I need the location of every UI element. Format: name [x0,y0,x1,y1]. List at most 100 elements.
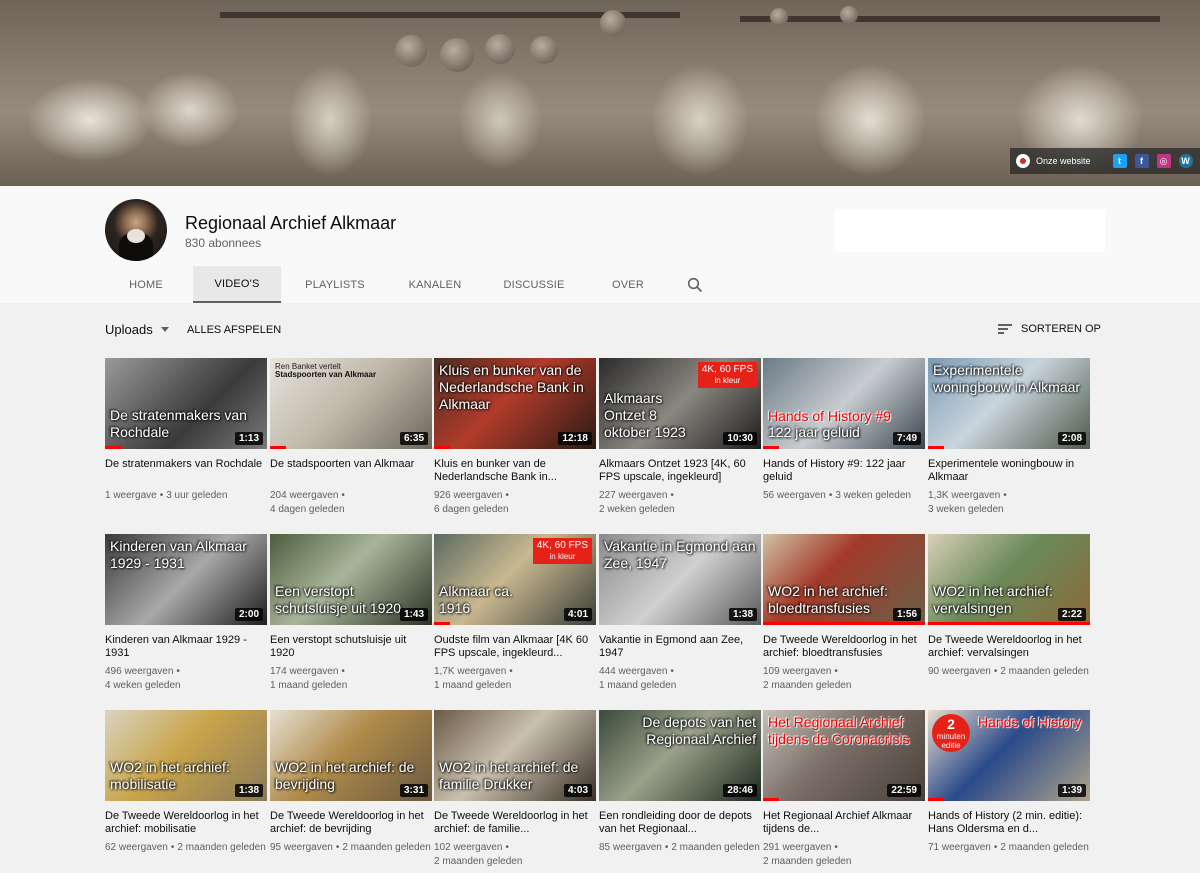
video-meta: 62 weergaven • 2 maanden geleden [105,841,267,855]
sort-button[interactable]: SORTEREN OP [998,322,1101,336]
banner-shelf [740,16,1160,22]
meta-separator: • [170,842,175,853]
video-title[interactable]: Een verstopt schutsluisje uit 1920 [270,634,432,660]
video-thumbnail[interactable]: Kluis en bunker van de Nederlandsche Ban… [434,358,596,449]
video-duration: 1:39 [1057,784,1086,797]
video-title[interactable]: Het Regionaal Archief Alkmaar tijdens de… [763,810,925,836]
video-thumbnail[interactable]: Ren Banket vertelt Stadspoorten van Alkma… [270,358,432,449]
channel-banner: Onze website t f ◎ W [0,0,1200,186]
video-thumbnail[interactable]: WO2 in het archief: de bevrijding 3:31 [270,710,432,801]
tab-home[interactable]: HOME [105,266,187,303]
video-thumbnail[interactable]: WO2 in het archief: mobilisatie 1:38 [105,710,267,801]
tab-discussie[interactable]: DISCUSSIE [487,266,581,303]
video-title[interactable]: De Tweede Wereldoorlog in het archief: d… [434,810,596,836]
video-title[interactable]: De Tweede Wereldoorlog in het archief: d… [270,810,432,836]
video-duration: 3:31 [399,784,428,797]
video-thumbnail[interactable]: Experimentele woningbouw in Alkmaar 2:08 [928,358,1090,449]
thumbnail-text: Alkmaar ca. 1916 [439,583,513,616]
upload-age: 2 maanden geleden [1000,842,1089,853]
video-card[interactable]: De depots van het Regionaal Archief 28:46… [599,710,761,855]
thumbnail-text: Het Regionaal Archief tijdens de Coronac… [768,714,910,747]
video-card[interactable]: WO2 in het archief: bloedtransfusies 1:56… [763,534,925,693]
video-title[interactable]: Kinderen van Alkmaar 1929 - 1931 [105,634,267,660]
video-card[interactable]: Alkmaars Ontzet 8 oktober 1923 4K, 60 FPS… [599,358,761,517]
video-card[interactable]: Kinderen van Alkmaar 1929 - 1931 2:00 Kind… [105,534,267,693]
video-duration: 1:43 [399,608,428,621]
video-card[interactable]: Vakantie in Egmond aan Zee, 1947 1:38 Vaka… [599,534,761,693]
instagram-icon[interactable]: ◎ [1156,154,1171,168]
wordpress-icon[interactable]: W [1178,154,1193,168]
video-card[interactable]: Een verstopt schutsluisje uit 1920 1:43 Ee… [270,534,432,693]
watch-progress-bar [928,446,945,449]
video-meta: 102 weergaven • 2 maanden geleden [434,841,596,869]
watch-progress-bar [763,446,780,449]
video-card[interactable]: WO2 in het archief: de familie Drukker 4:… [434,710,596,869]
video-title[interactable]: Hands of History (2 min. editie): Hans O… [928,810,1090,836]
video-card[interactable]: Het Regionaal Archief tijdens de Coronac… [763,710,925,869]
tab-kanalen[interactable]: KANALEN [389,266,481,303]
video-title[interactable]: Vakantie in Egmond aan Zee, 1947 [599,634,761,660]
video-thumbnail[interactable]: WO2 in het archief: vervalsingen 2:22 [928,534,1090,625]
edition-label: minuten editie [936,732,966,750]
website-link[interactable]: Onze website [1036,156,1091,166]
meta-separator: • [159,490,164,501]
video-card[interactable]: Kluis en bunker van de Nederlandsche Ban… [434,358,596,517]
avatar[interactable] [105,199,167,261]
video-title[interactable]: De stratenmakers van Rochdale [105,458,267,484]
video-thumbnail[interactable]: WO2 in het archief: bloedtransfusies 1:56 [763,534,925,625]
video-thumbnail[interactable]: Een verstopt schutsluisje uit 1920 1:43 [270,534,432,625]
video-duration: 12:18 [558,432,592,445]
tab-over[interactable]: OVER [587,266,669,303]
tab-playlists[interactable]: PLAYLISTS [287,266,383,303]
video-meta: 1,3K weergaven • 3 weken geleden [928,489,1090,517]
view-count: 95 weergaven [270,842,333,853]
video-thumbnail[interactable]: Hands of History 2 minuten editie 1:39 [928,710,1090,801]
video-title[interactable]: De Tweede Wereldoorlog in het archief: m… [105,810,267,836]
facebook-icon[interactable]: f [1134,154,1149,168]
video-card[interactable]: WO2 in het archief: de bevrijding 3:31 De … [270,710,432,855]
video-title[interactable]: Kluis en bunker van de Nederlandsche Ban… [434,458,596,484]
video-thumbnail[interactable]: Alkmaar ca. 1916 4K, 60 FPS in kleur 4:01 [434,534,596,625]
video-duration: 1:56 [892,608,921,621]
video-card[interactable]: De stratenmakers van Rochdale 1:13 De stra… [105,358,267,503]
video-card[interactable]: Alkmaar ca. 1916 4K, 60 FPS in kleur 4:01 Ou… [434,534,596,693]
video-thumbnail[interactable]: Hands of History #9 122 jaar geluid 7:49 [763,358,925,449]
view-count: 204 weergaven [270,490,339,501]
video-meta: 291 weergaven • 2 maanden geleden [763,841,925,869]
video-title[interactable]: De Tweede Wereldoorlog in het archief: b… [763,634,925,660]
search-icon[interactable] [675,266,715,303]
upload-age: 6 dagen geleden [434,504,509,515]
twitter-icon[interactable]: t [1112,154,1127,168]
video-thumbnail[interactable]: Alkmaars Ontzet 8 oktober 1923 4K, 60 FPS… [599,358,761,449]
video-duration: 22:59 [887,784,921,797]
video-thumbnail[interactable]: De depots van het Regionaal Archief 28:46 [599,710,761,801]
video-title[interactable]: De stadspoorten van Alkmaar [270,458,432,484]
video-thumbnail[interactable]: Het Regionaal Archief tijdens de Coronac… [763,710,925,801]
video-card[interactable]: Hands of History #9 122 jaar geluid 7:49 Ha… [763,358,925,503]
video-card[interactable]: Hands of History 2 minuten editie 1:39 Hands… [928,710,1090,855]
uploads-dropdown[interactable]: Uploads [105,322,169,337]
play-all-button[interactable]: ALLES AFSPELEN [187,324,281,336]
video-thumbnail[interactable]: Kinderen van Alkmaar 1929 - 1931 2:00 [105,534,267,625]
video-duration: 1:38 [234,784,263,797]
video-title[interactable]: De Tweede Wereldoorlog in het archief: v… [928,634,1090,660]
video-card[interactable]: WO2 in het archief: mobilisatie 1:38 De Tw… [105,710,267,855]
video-title[interactable]: Oudste film van Alkmaar [4K 60 FPS upsca… [434,634,596,660]
video-title[interactable]: Hands of History #9: 122 jaar geluid [763,458,925,484]
video-card[interactable]: Experimentele woningbouw in Alkmaar 2:08 E… [928,358,1090,517]
thumbnail-text: De depots van het Regionaal Archief [642,714,756,747]
uploads-label: Uploads [105,322,153,337]
view-count: 1,3K weergaven [928,490,1001,501]
video-thumbnail[interactable]: WO2 in het archief: de familie Drukker 4:… [434,710,596,801]
video-card[interactable]: WO2 in het archief: vervalsingen 2:22 De T… [928,534,1090,679]
video-thumbnail[interactable]: Vakantie in Egmond aan Zee, 1947 1:38 [599,534,761,625]
video-title[interactable]: Experimentele woningbouw in Alkmaar [928,458,1090,484]
video-title[interactable]: Een rondleiding door de depots van het R… [599,810,761,836]
view-count: 496 weergaven [105,666,174,677]
video-title[interactable]: Alkmaars Ontzet 1923 [4K, 60 FPS upscale… [599,458,761,484]
video-thumbnail[interactable]: De stratenmakers van Rochdale 1:13 [105,358,267,449]
quality-badge-sub: in kleur [714,376,741,385]
tab-videos[interactable]: VIDEO'S [193,266,281,303]
website-icon[interactable] [1016,154,1030,168]
video-card[interactable]: Ren Banket vertelt Stadspoorten van Alkma… [270,358,432,517]
